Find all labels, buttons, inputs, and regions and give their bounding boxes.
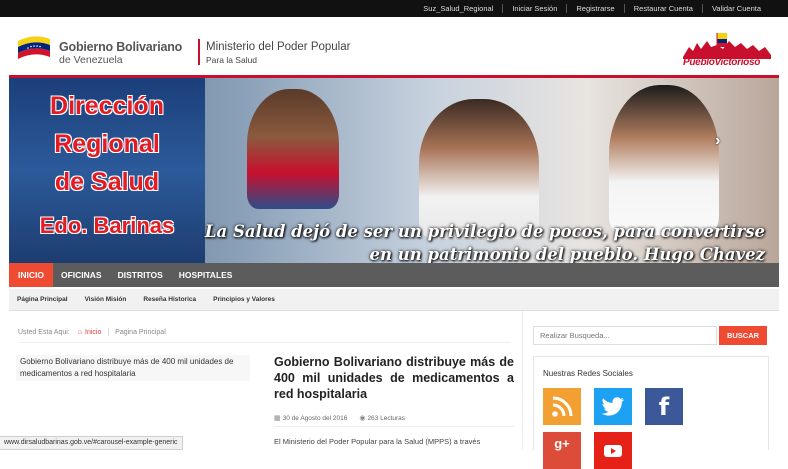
article-title[interactable]: Gobierno Bolivariano distribuye más de 4… (274, 354, 514, 402)
link-validate-account[interactable]: Validar Cuenta (701, 4, 770, 13)
facebook-icon[interactable]: f (645, 388, 683, 425)
browser-status-url: www.dirsaludbarinas.gob.ve/#carousel-exa… (0, 436, 183, 450)
header-divider (198, 39, 200, 65)
nav-hospitales[interactable]: HOSPITALES (171, 263, 241, 287)
link-register[interactable]: Registrarse (566, 4, 623, 13)
sidebar-divider (522, 311, 523, 450)
nav-inicio[interactable]: INICIO (9, 263, 53, 287)
breadcrumb-separator: | (107, 329, 110, 336)
link-restore-account[interactable]: Restaurar Cuenta (623, 4, 702, 13)
search-input[interactable] (533, 326, 717, 345)
eye-icon: ◉ (359, 415, 366, 422)
banner-quote-line: en un patrimonio del pueblo. Hugo Chavez (369, 245, 765, 263)
banner-title-line: Regional (54, 130, 160, 158)
gov-name: Gobierno Bolivariano (59, 40, 183, 54)
venezuela-flag-icon (18, 36, 50, 59)
subnav-vision-mision[interactable]: Visión Misión (85, 296, 127, 303)
article-meta: ▦ 30 de Agosto del 2016 ◉ 263 Lecturas (274, 414, 406, 423)
google-plus-icon[interactable]: g+ (543, 432, 581, 469)
breadcrumb-divider (18, 342, 511, 343)
main-navigation: INICIO OFICINAS DISTRITOS HOSPITALES (9, 263, 779, 287)
breadcrumb-current: Pagina Principal (115, 329, 166, 336)
article-date: 30 de Agosto del 2016 (282, 414, 348, 422)
calendar-icon: ▦ (274, 415, 281, 422)
banner-quote-line: La Salud dejó de ser un privilegio de po… (204, 222, 765, 241)
banner-photo-person (609, 85, 719, 235)
article-body: El Ministerio del Poder Popular para la … (274, 437, 481, 446)
sub-navigation: Página Principal Visión Misión Reseña Hi… (9, 289, 779, 311)
carousel-next-icon[interactable]: › (715, 132, 720, 150)
pueblo-victorioso-text: PuebloVictorioso (683, 57, 761, 68)
breadcrumb-home-link[interactable]: Inicio (85, 329, 101, 336)
article-divider (274, 426, 514, 427)
breadcrumb: Usted Esta Aqui: ⌂ Inicio | Pagina Princ… (18, 329, 166, 336)
ministry-subtitle: Para la Salud (206, 55, 258, 65)
site-header: Gobierno Bolivariano de Venezuela Minist… (0, 17, 788, 75)
banner-title-line: Edo. Barinas (39, 213, 175, 238)
gov-country: de Venezuela (59, 54, 123, 66)
nav-oficinas[interactable]: OFICINAS (53, 263, 110, 287)
banner-photo-person (247, 89, 339, 209)
link-user[interactable]: Suz_Salud_Regional (414, 4, 502, 13)
hero-carousel[interactable]: Dirección Regional de Salud Edo. Barinas… (9, 75, 779, 263)
ministry-name: Ministerio del Poder Popular (206, 41, 351, 53)
top-account-bar: Suz_Salud_Regional Iniciar Sesión Regist… (0, 0, 788, 17)
subnav-resena-historica[interactable]: Reseña Historica (143, 296, 196, 303)
banner-title-panel: Dirección Regional de Salud Edo. Barinas (9, 78, 205, 263)
nav-distritos[interactable]: DISTRITOS (110, 263, 171, 287)
rss-icon[interactable] (543, 388, 581, 425)
subnav-principios-valores[interactable]: Principios y Valores (213, 296, 275, 303)
article-views: 263 Lecturas (367, 414, 406, 422)
account-links: Suz_Salud_Regional Iniciar Sesión Regist… (414, 0, 770, 17)
breadcrumb-prefix: Usted Esta Aqui: (18, 329, 70, 336)
link-login[interactable]: Iniciar Sesión (502, 4, 566, 13)
search-button[interactable]: BUSCAR (719, 326, 767, 345)
banner-title-line: Dirección (50, 92, 164, 120)
banner-title-line: de Salud (54, 168, 160, 196)
youtube-icon[interactable] (594, 432, 632, 469)
social-title: Nuestras Redes Sociales (543, 369, 633, 378)
slide-caption[interactable]: Gobierno Bolivariano distribuye más de 4… (16, 355, 250, 381)
subnav-pagina-principal[interactable]: Página Principal (17, 296, 68, 303)
twitter-icon[interactable] (594, 388, 632, 425)
banner-photo-person (419, 99, 539, 239)
home-icon: ⌂ (77, 329, 82, 336)
